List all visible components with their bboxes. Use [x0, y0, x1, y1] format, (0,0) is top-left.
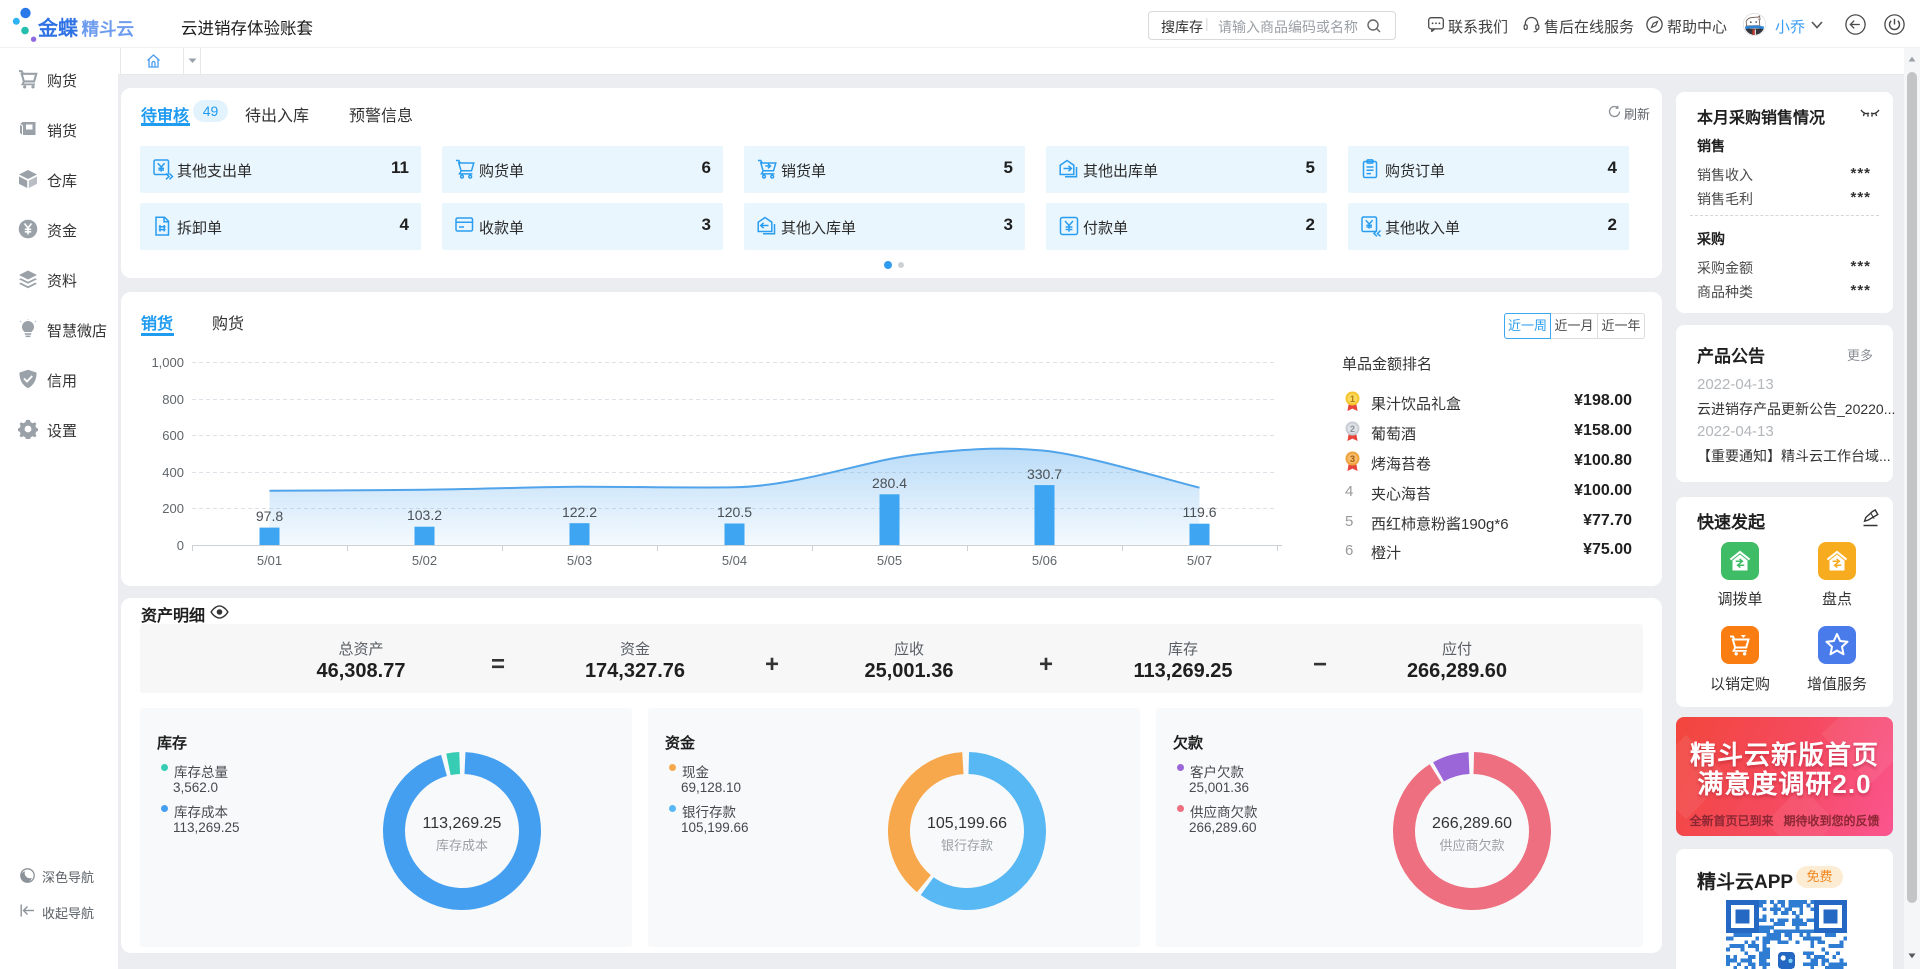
svg-text:3: 3	[1350, 454, 1355, 464]
svg-text:105,199.66: 105,199.66	[927, 815, 1007, 832]
svg-text:5/04: 5/04	[722, 553, 747, 568]
svg-text:400: 400	[162, 465, 184, 480]
svg-text:200: 200	[162, 501, 184, 516]
svg-text:330.7: 330.7	[1027, 466, 1062, 482]
svg-text:5/06: 5/06	[1032, 553, 1057, 568]
svg-text:120.5: 120.5	[717, 504, 752, 520]
svg-text:5/01: 5/01	[257, 553, 282, 568]
svg-text:119.6: 119.6	[1183, 504, 1217, 520]
svg-text:97.8: 97.8	[256, 508, 283, 524]
svg-text:5/05: 5/05	[877, 553, 902, 568]
svg-text:5/03: 5/03	[567, 553, 592, 568]
svg-text:5/07: 5/07	[1187, 553, 1212, 568]
svg-text:供应商欠款: 供应商欠款	[1439, 838, 1504, 853]
svg-text:2: 2	[1350, 424, 1355, 434]
svg-text:800: 800	[162, 392, 184, 407]
svg-text:1: 1	[1350, 394, 1355, 404]
svg-text:122.2: 122.2	[562, 504, 597, 520]
svg-text:0: 0	[177, 538, 184, 553]
svg-text:103.2: 103.2	[407, 507, 442, 523]
svg-text:266,289.60: 266,289.60	[1432, 815, 1512, 832]
svg-text:5/02: 5/02	[412, 553, 437, 568]
svg-text:库存成本: 库存成本	[436, 838, 488, 853]
svg-text:银行存款: 银行存款	[941, 838, 993, 853]
svg-text:1,000: 1,000	[151, 355, 184, 370]
svg-text:600: 600	[162, 428, 184, 443]
svg-text:113,269.25: 113,269.25	[423, 815, 502, 832]
svg-text:280.4: 280.4	[872, 475, 907, 491]
